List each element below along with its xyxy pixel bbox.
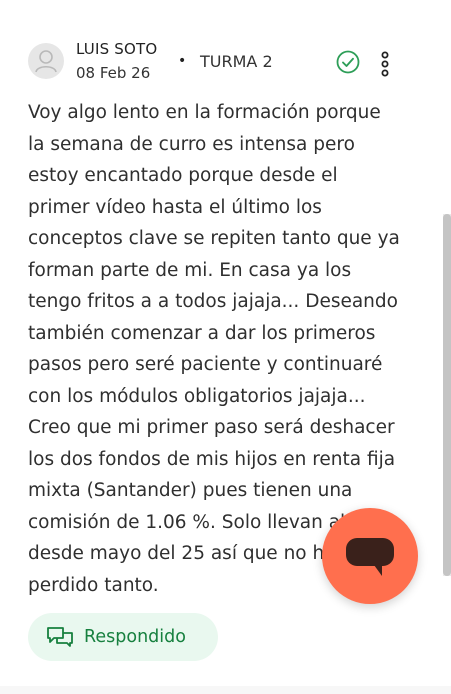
kebab-menu-icon[interactable] [378,51,392,77]
author-name[interactable]: LUIS SOTO [76,40,157,58]
post-card: LUIS SOTO 08 Feb 26 • TURMA 2 Voy algo l… [0,0,451,694]
responded-label: Respondido [84,627,186,647]
responded-status-badge[interactable]: Respondido [28,613,218,661]
user-avatar-icon [35,50,57,73]
avatar[interactable] [28,43,64,79]
separator-dot: • [178,53,187,69]
chat-fab-button[interactable] [322,508,418,604]
chat-bubble-icon [346,538,394,576]
post-date: 08 Feb 26 [76,64,151,82]
scrollbar-thumb[interactable] [443,214,451,576]
group-label: TURMA 2 [200,52,273,71]
post-header: LUIS SOTO 08 Feb 26 • TURMA 2 [28,40,395,84]
check-circle-icon[interactable] [336,50,360,74]
chat-bubbles-icon [47,627,73,647]
footer-strip [0,686,451,694]
